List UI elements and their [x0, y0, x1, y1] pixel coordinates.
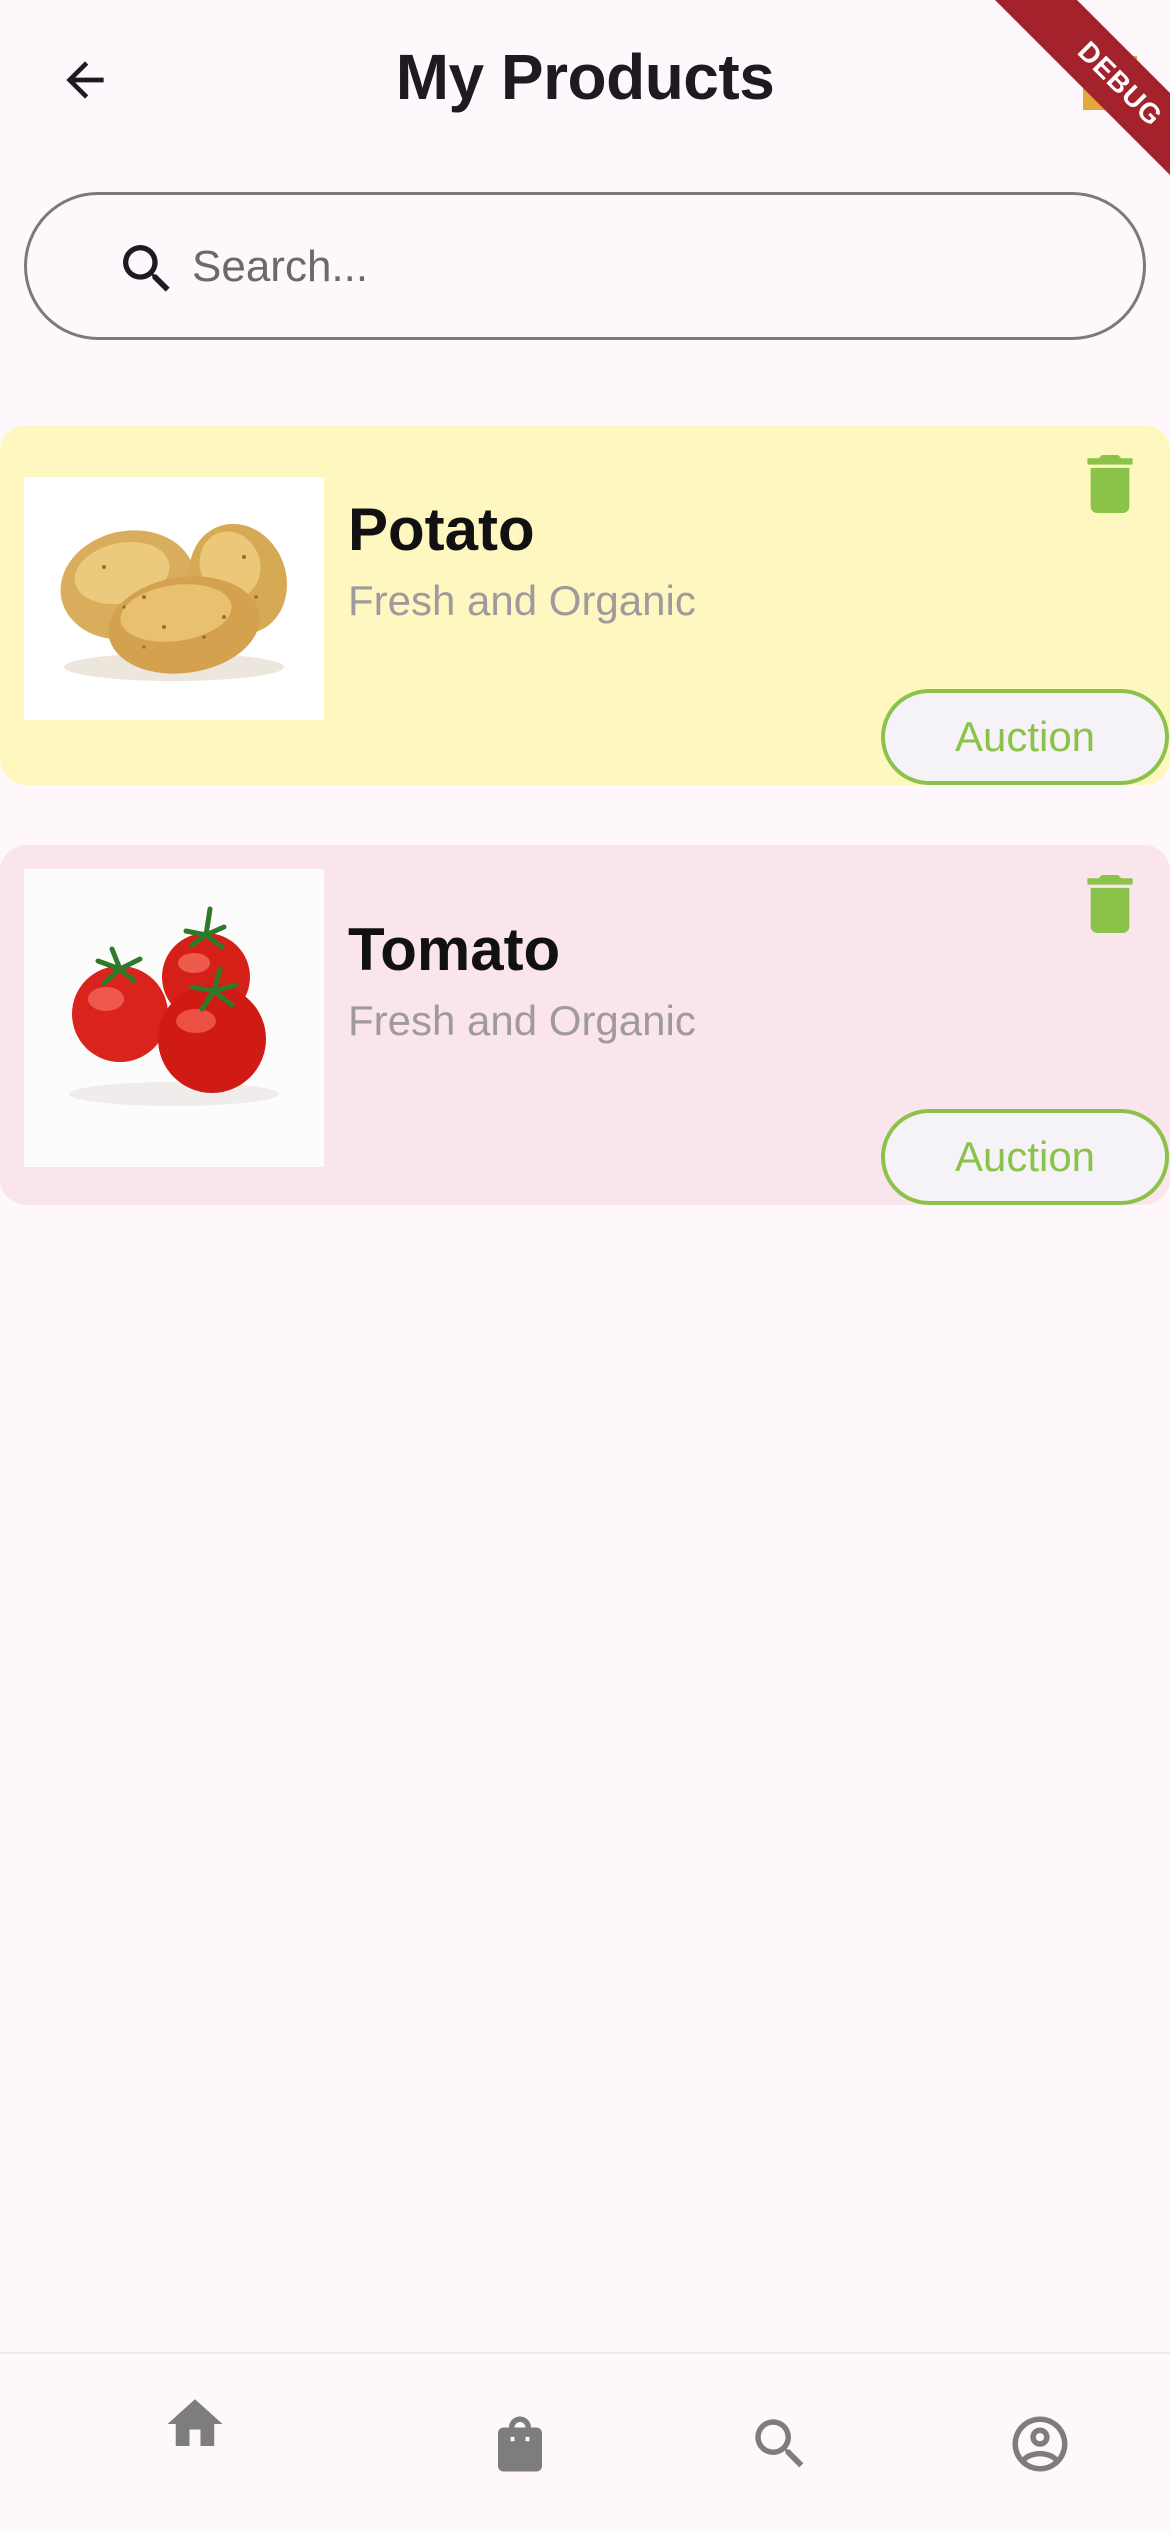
bottom-navigation: [0, 2352, 1170, 2532]
search-bar[interactable]: [24, 192, 1146, 340]
nav-home[interactable]: [125, 2354, 265, 2494]
product-name: Tomato: [348, 916, 561, 983]
nav-search[interactable]: [710, 2374, 850, 2514]
search-icon: [123, 245, 170, 292]
product-description: Fresh and Organic: [348, 997, 696, 1044]
app-screen: My Products DEBUG Search... Potato Fresh…: [0, 0, 1170, 2532]
nav-orders[interactable]: [450, 2374, 590, 2514]
delete-icon[interactable]: [1085, 455, 1135, 513]
search-icon: [755, 2419, 804, 2468]
home-icon: [167, 2399, 223, 2446]
nav-profile[interactable]: [970, 2374, 1110, 2514]
auction-button[interactable]: Auction: [881, 1109, 1169, 1205]
shopping-bag-icon: [498, 2416, 542, 2472]
product-description: Fresh and Organic: [348, 577, 696, 624]
product-name: Potato: [348, 496, 535, 563]
account-circle-icon: [1012, 2416, 1068, 2472]
app-bar: My Products DEBUG: [0, 0, 1170, 222]
delete-icon[interactable]: [1085, 875, 1135, 933]
page-title: My Products: [395, 41, 775, 113]
product-card-tomato[interactable]: Tomato Fresh and Organic Auction: [0, 845, 1170, 1205]
potato-image: [24, 477, 324, 720]
product-card-potato[interactable]: Potato Fresh and Organic Auction: [0, 425, 1170, 785]
search-input[interactable]: [192, 225, 1092, 309]
tomato-image: [24, 869, 324, 1167]
auction-button[interactable]: Auction: [881, 689, 1169, 785]
